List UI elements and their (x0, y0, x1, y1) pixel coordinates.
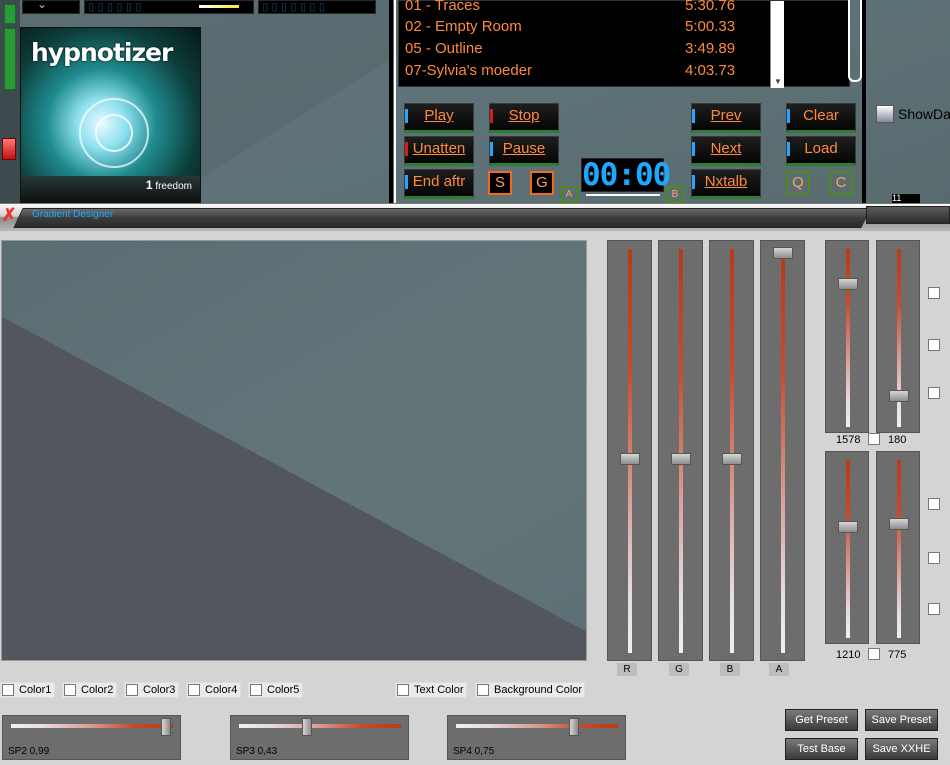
clear-button[interactable]: Clear (786, 103, 856, 133)
sp2-label: SP2 0,99 (8, 746, 50, 757)
titlebar-controls[interactable] (866, 206, 950, 224)
color2-checkbox[interactable]: Color2 (62, 682, 117, 698)
playlist-row[interactable]: 07-Sylvia's moeder 4:03.73 (405, 60, 825, 82)
sp2-link-checkbox[interactable] (868, 648, 880, 660)
sp2-right-value: 775 (888, 649, 907, 661)
window-titlebar[interactable] (0, 203, 950, 231)
sp2-left-thumb[interactable] (838, 521, 858, 533)
background-color-checkbox[interactable]: Background Color (475, 682, 585, 698)
option-checkbox[interactable] (928, 339, 940, 351)
a-label: A (769, 663, 789, 676)
g-label: G (669, 663, 689, 676)
sp1-link-checkbox[interactable] (868, 433, 880, 445)
option-checkbox[interactable] (928, 552, 940, 564)
r-label: R (617, 663, 637, 676)
sp3-label: SP3 0,43 (236, 746, 278, 757)
show-data-toggle[interactable]: ShowDa (874, 101, 950, 127)
prev-button[interactable]: Prev (691, 103, 761, 133)
stop-button[interactable]: Stop (489, 103, 559, 133)
level-meter (4, 28, 16, 90)
save-xxhe-button[interactable]: Save XXHE (865, 738, 938, 760)
chevron-down-icon[interactable]: ⌄ (37, 0, 47, 11)
sp2-slider-thumb[interactable] (161, 718, 171, 736)
play-button[interactable]: Play (404, 103, 474, 133)
b-slider[interactable] (709, 240, 754, 661)
sp1-left-value: 1578 (836, 434, 861, 446)
sp3-slider-thumb[interactable] (302, 718, 312, 736)
color4-checkbox[interactable]: Color4 (186, 682, 241, 698)
option-checkbox[interactable] (928, 387, 940, 399)
playlist-row[interactable]: 02 - Empty Room 5:00.33 (405, 16, 825, 38)
mini-counter: 11 (892, 194, 920, 203)
album-cover: hypnotizer 1 freedom (20, 27, 201, 203)
c-button[interactable]: C (829, 171, 853, 195)
option-checkbox[interactable] (928, 498, 940, 510)
lcd-counter-right: ▯▯▯▯▯▯▯ (258, 0, 376, 14)
r-slider-thumb[interactable] (620, 453, 640, 465)
playlist-row[interactable]: 05 - Outline 3:49.89 (405, 38, 825, 60)
color5-checkbox[interactable]: Color5 (248, 682, 303, 698)
playlist-scrollbar[interactable]: ▼ (770, 1, 784, 88)
b-label: B (720, 663, 740, 676)
unatten-button[interactable]: Unatten (404, 136, 474, 166)
playlist[interactable]: 01 - Traces 5:30.76 02 - Empty Room 5:00.3… (398, 0, 850, 88)
g-button[interactable]: G (530, 171, 554, 195)
close-icon[interactable]: ✗ (0, 204, 18, 228)
a-slider[interactable] (760, 240, 805, 661)
position-slider[interactable] (586, 194, 660, 200)
dropdown-box[interactable]: ⌄ (22, 0, 80, 14)
end-after-button[interactable]: End aftr (404, 169, 474, 199)
g-slider[interactable] (658, 240, 703, 661)
save-preset-button[interactable]: Save Preset (865, 709, 938, 731)
time-display: 00:00 (581, 157, 671, 193)
color3-checkbox[interactable]: Color3 (124, 682, 179, 698)
next-album-button[interactable]: Nxtalb (691, 169, 761, 199)
get-preset-button[interactable]: Get Preset (785, 709, 858, 731)
sp4-label: SP4 0,75 (453, 746, 495, 757)
b-slider-thumb[interactable] (722, 453, 742, 465)
sp2-right-thumb[interactable] (889, 518, 909, 530)
a-slider-thumb[interactable] (773, 247, 793, 259)
text-color-checkbox[interactable]: Text Color (395, 682, 467, 698)
next-button[interactable]: Next (691, 136, 761, 166)
s-button[interactable]: S (488, 171, 512, 195)
test-base-button[interactable]: Test Base (785, 738, 858, 760)
sp2-slider[interactable]: SP2 0,99 (2, 715, 181, 760)
album-title: hypnotizer (31, 38, 173, 67)
sp2-left-value: 1210 (836, 649, 861, 661)
r-slider[interactable] (607, 240, 652, 661)
q-button[interactable]: Q (786, 171, 810, 195)
b-marker[interactable]: B (666, 186, 684, 203)
sp2-right-slider[interactable] (876, 451, 920, 644)
panel-divider (389, 0, 393, 203)
sp1-right-slider[interactable] (876, 240, 920, 433)
sp3-slider[interactable]: SP3 0,43 (230, 715, 409, 760)
load-button[interactable]: Load (786, 136, 856, 166)
sp4-slider-thumb[interactable] (569, 718, 579, 736)
window-title: Gradient Designer (32, 209, 114, 220)
color1-checkbox[interactable]: Color1 (0, 682, 55, 698)
sp4-slider[interactable]: SP4 0,75 (447, 715, 626, 760)
sp1-left-slider[interactable] (825, 240, 869, 433)
playlist-row[interactable]: 01 - Traces 5:30.76 (405, 0, 825, 17)
scroll-down-icon[interactable]: ▼ (774, 77, 782, 86)
sp1-right-thumb[interactable] (889, 390, 909, 402)
option-checkbox[interactable] (928, 287, 940, 299)
level-meter-top (4, 4, 16, 24)
sp1-right-value: 180 (888, 434, 907, 446)
sp2-left-slider[interactable] (825, 451, 869, 644)
a-marker[interactable]: A (560, 186, 578, 203)
volume-knob[interactable] (2, 138, 16, 160)
sp1-left-thumb[interactable] (838, 278, 858, 290)
option-checkbox[interactable] (928, 603, 940, 615)
pause-button[interactable]: Pause (489, 136, 559, 166)
playlist-bracket (848, 0, 862, 82)
lcd-counter-left: ▯▯▯▯▯▯ (84, 0, 254, 14)
album-subtitle: 1 freedom (145, 178, 192, 192)
gradient-preview (1, 240, 587, 661)
show-data-icon (876, 105, 894, 123)
g-slider-thumb[interactable] (671, 453, 691, 465)
